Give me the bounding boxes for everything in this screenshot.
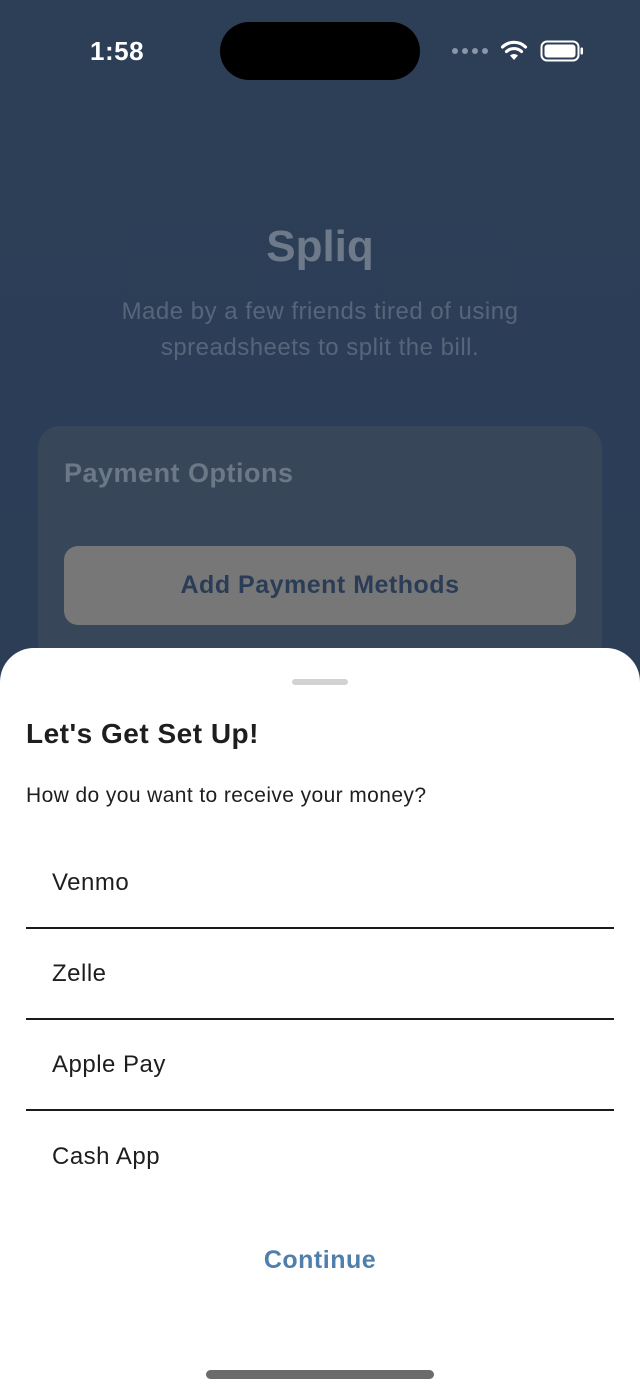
payment-options-title: Payment Options (64, 458, 294, 488)
status-time: 1:58 (90, 36, 145, 66)
home-indicator[interactable] (206, 1370, 434, 1379)
payment-options-card: Payment Options Add Payment Methods (38, 426, 602, 666)
add-payment-methods-button[interactable]: Add Payment Methods (64, 546, 576, 625)
payment-option-list: Venmo Zelle Apple Pay Cash App (26, 838, 614, 1202)
sheet-question: How do you want to receive your money? (26, 784, 427, 807)
sheet-title: Let's Get Set Up! (26, 718, 259, 749)
option-venmo[interactable]: Venmo (26, 838, 614, 929)
setup-bottom-sheet: Let's Get Set Up! How do you want to rec… (0, 648, 640, 1391)
option-zelle[interactable]: Zelle (26, 929, 614, 1020)
option-apple-pay[interactable]: Apple Pay (26, 1020, 614, 1111)
wifi-icon (500, 40, 528, 62)
battery-icon (540, 40, 584, 62)
dynamic-island (220, 22, 420, 80)
sheet-grabber[interactable] (292, 679, 348, 685)
status-icons (452, 38, 584, 64)
app-title: Spliq (266, 222, 374, 271)
option-cash-app[interactable]: Cash App (26, 1111, 614, 1202)
app-tagline: Made by a few friends tired of using spr… (121, 298, 519, 361)
continue-button[interactable]: Continue (0, 1246, 640, 1275)
signal-icon (452, 48, 488, 54)
